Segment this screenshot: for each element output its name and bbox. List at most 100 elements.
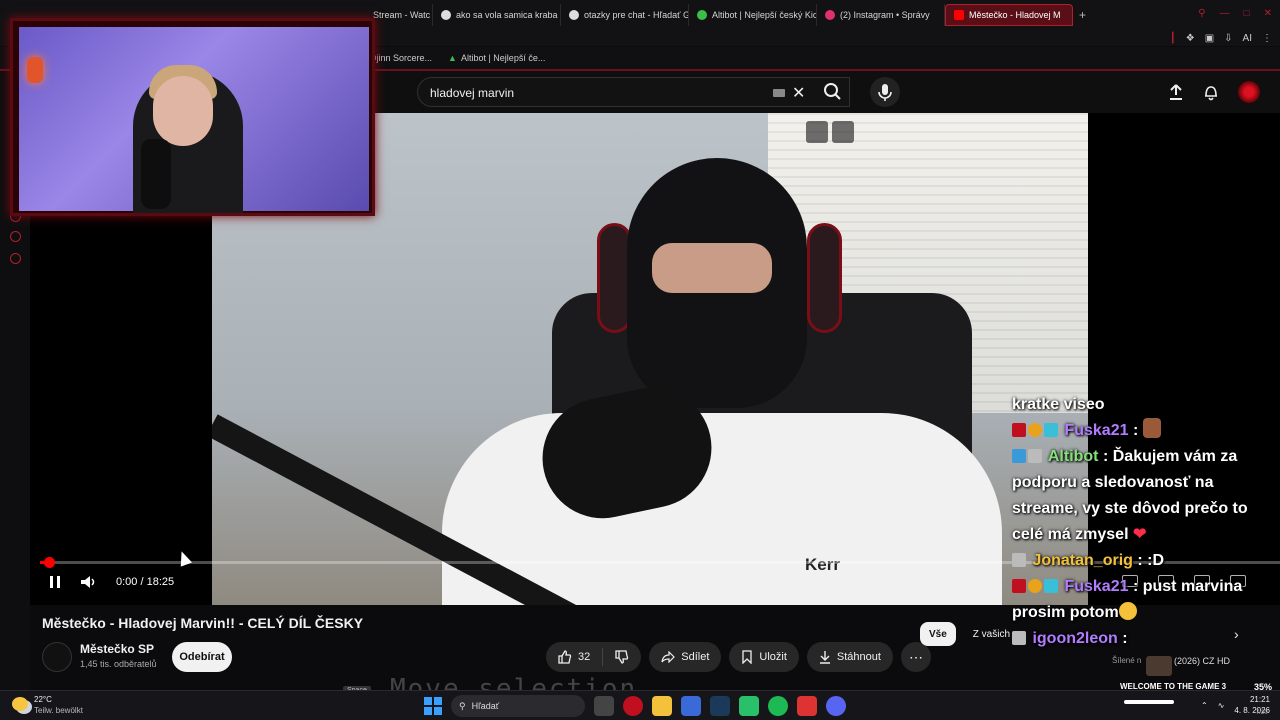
download-icon — [819, 651, 830, 664]
like-button[interactable]: 32 — [546, 642, 602, 672]
progress-scrubber[interactable] — [44, 557, 55, 568]
taskbar-search[interactable]: ⚲ Hľadať — [451, 695, 585, 717]
badge-icon — [1028, 579, 1042, 593]
game-progress-bar — [1124, 700, 1174, 704]
badge-icon — [1044, 423, 1058, 437]
close-window-icon[interactable]: ✕ — [1264, 8, 1272, 19]
tab-altibot[interactable]: Altibot | Nejlepší český Kic — [689, 4, 817, 26]
search-icon: ⚲ — [459, 700, 466, 711]
steam-icon[interactable] — [710, 696, 730, 716]
voice-search-button[interactable] — [870, 77, 900, 107]
badge-icon — [1012, 631, 1026, 645]
volume-icon[interactable] — [80, 575, 98, 589]
new-tab-button[interactable]: + — [1073, 8, 1092, 22]
windows-start-icon[interactable] — [424, 697, 442, 715]
bookmark-djinn[interactable]: Djinn Sorcere... — [370, 53, 432, 63]
account-avatar[interactable] — [1238, 81, 1260, 103]
tab-search-kraba[interactable]: ako sa vola samica kraba — [433, 4, 561, 26]
sidebar-settings-icon[interactable] — [10, 253, 21, 264]
chat-message: igoon2leon : — [1012, 626, 1280, 652]
lamp — [27, 57, 43, 83]
pip-icon[interactable] — [806, 121, 828, 143]
search-input[interactable]: hladovej marvin ✕ — [417, 77, 850, 107]
channel-avatar[interactable] — [42, 642, 72, 672]
wifi-icon[interactable]: ∿ — [1218, 701, 1225, 710]
downloads-icon[interactable]: ⇩ — [1224, 33, 1232, 44]
streamer-microphone — [141, 139, 171, 209]
sidebar-item-icon[interactable] — [10, 231, 21, 242]
weather-icon[interactable] — [12, 697, 28, 711]
subscribe-button[interactable]: Odebírat — [172, 642, 232, 672]
channel-name[interactable]: Městečko SP — [80, 642, 154, 656]
emote-icon — [1142, 418, 1161, 438]
maximize-icon[interactable]: □ — [1244, 8, 1250, 19]
maps-icon[interactable] — [797, 696, 817, 716]
notifications-bell-icon[interactable] — [1202, 83, 1220, 101]
chat-app-icon[interactable] — [739, 696, 759, 716]
task-view-icon[interactable] — [594, 696, 614, 716]
keyboard-icon[interactable] — [773, 89, 785, 97]
menu-icon[interactable]: ⋮ — [1262, 33, 1272, 44]
game-progress-percent: 35% — [1254, 682, 1273, 692]
app-icon[interactable] — [681, 696, 701, 716]
header-actions — [1168, 81, 1260, 103]
weather-temperature: 22°C — [34, 695, 52, 704]
headphone-right — [807, 223, 842, 333]
thumbs-up-icon — [558, 650, 572, 664]
dislike-button[interactable] — [603, 642, 641, 672]
clear-search-icon[interactable]: ✕ — [792, 83, 805, 103]
menu-accent-icon[interactable]: ┃ — [1170, 33, 1176, 44]
window-controls: ⚲ — □ ✕ — [1198, 8, 1272, 19]
save-button[interactable]: Uložit — [729, 642, 799, 672]
stream-chat-overlay: kratke viseo Fuska21 : Altibot : Ďakujem… — [1012, 392, 1280, 682]
tab-instagram[interactable]: (2) Instagram • Správy — [817, 4, 945, 26]
search-icon — [824, 83, 841, 100]
badge-icon — [1012, 553, 1026, 567]
altibot-icon — [697, 10, 707, 20]
tab-youtube-active[interactable]: Městečko - Hladovej M — [945, 4, 1073, 26]
tab-search-otazky[interactable]: otazky pre chat - Hľadať G — [561, 4, 689, 26]
pause-icon[interactable] — [48, 575, 62, 589]
taskbar-apps: ⚲ Hľadať — [424, 695, 846, 717]
snapshot-icon[interactable]: ▣ — [1205, 33, 1214, 44]
search-tabs-icon[interactable]: ⚲ — [1198, 8, 1205, 19]
chat-message: Fuska21 : — [1012, 418, 1280, 444]
file-explorer-icon[interactable] — [652, 696, 672, 716]
chat-message: Fuska21 : pust marvina prosim potom — [1012, 578, 1243, 621]
badge-icon — [1028, 449, 1042, 463]
google-icon — [569, 10, 579, 20]
taskbar: 22°C Teilw. bewölkt ⚲ Hľadať ⌃ ∿ 21:21 4… — [0, 690, 1280, 720]
skip-next-icon[interactable] — [832, 121, 854, 143]
minimize-icon[interactable]: — — [1220, 8, 1230, 19]
spotify-icon[interactable] — [768, 696, 788, 716]
extensions-icon[interactable]: ❖ — [1186, 33, 1195, 44]
opera-gx-icon[interactable] — [623, 696, 643, 716]
share-button[interactable]: Sdílet — [649, 642, 722, 672]
google-icon — [441, 10, 451, 20]
badge-icon — [1012, 423, 1026, 437]
more-horizontal-icon: ⋯ — [908, 648, 923, 665]
chip-all[interactable]: Vše — [920, 622, 956, 646]
filter-chips: Vše Z vašich v — [920, 622, 1027, 646]
miniplayer-controls — [806, 121, 854, 143]
more-actions-button[interactable]: ⋯ — [900, 642, 931, 672]
download-button[interactable]: Stáhnout — [806, 642, 893, 672]
video-title: Městečko - Hladovej Marvin!! - CELÝ DÍL … — [42, 615, 364, 631]
chat-message: kratke viseo — [1012, 396, 1105, 413]
screen: Stream - Watc ako sa vola samica kraba o… — [0, 0, 1280, 720]
badge-icon — [1028, 423, 1042, 437]
search-button[interactable] — [813, 77, 853, 107]
upload-icon[interactable] — [1168, 83, 1184, 101]
eye-opening — [652, 243, 772, 293]
tab-stream[interactable]: Stream - Watc — [365, 4, 433, 26]
discord-icon[interactable] — [826, 696, 846, 716]
like-dislike-group: 32 — [546, 642, 642, 672]
instagram-icon — [825, 10, 835, 20]
player-controls: 0:00 / 18:25 — [48, 575, 174, 589]
bookmark-altibot[interactable]: ▲ Altibot | Nejlepší če... — [448, 53, 545, 63]
badge-icon — [1012, 579, 1026, 593]
tray-overflow-icon[interactable]: ⌃ — [1201, 701, 1208, 710]
badge-icon — [1012, 449, 1026, 463]
bookmark-icon — [742, 650, 753, 664]
ai-icon[interactable]: AI — [1243, 33, 1252, 44]
